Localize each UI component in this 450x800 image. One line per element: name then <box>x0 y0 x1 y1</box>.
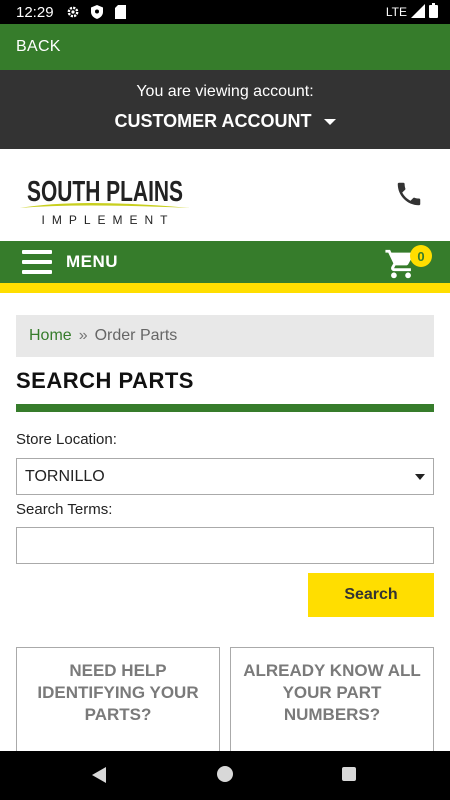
account-selector[interactable]: You are viewing account: CUSTOMER ACCOUN… <box>0 70 450 149</box>
account-viewing-text: You are viewing account: <box>136 83 314 100</box>
status-time: 12:29 <box>16 3 54 21</box>
search-terms-label: Search Terms: <box>16 501 113 518</box>
hamburger-menu-icon[interactable] <box>22 250 52 274</box>
phone-icon[interactable] <box>394 179 424 209</box>
cart-button[interactable]: 0 <box>384 245 432 281</box>
caret-down-icon <box>323 118 336 125</box>
breadcrumb-current: Order Parts <box>94 327 178 344</box>
menu-bar: MENU 0 <box>0 241 450 283</box>
back-label: BACK <box>16 38 61 55</box>
status-bar: 12:29 LTE <box>0 0 450 24</box>
network-type: LTE <box>385 5 407 19</box>
battery-icon <box>429 3 438 21</box>
accent-stripe <box>0 283 450 293</box>
sd-card-icon <box>112 5 130 19</box>
store-location-label: Store Location: <box>16 431 117 448</box>
breadcrumb: Home » Order Parts <box>16 315 434 357</box>
back-button[interactable]: BACK <box>0 24 450 70</box>
breadcrumb-home-link[interactable]: Home <box>29 327 72 345</box>
help-card-part-numbers-text: ALREADY KNOW ALL YOUR PART NUMBERS? <box>243 661 421 724</box>
gear-icon <box>64 5 82 19</box>
cart-count-badge: 0 <box>410 245 432 267</box>
breadcrumb-separator: » <box>78 327 88 344</box>
brand-header: SOUTH PLAINS IMPLEMENT <box>0 149 450 241</box>
help-card-identify[interactable]: NEED HELP IDENTIFYING YOUR PARTS? <box>16 647 220 757</box>
search-terms-input[interactable] <box>16 527 434 564</box>
menu-button[interactable]: MENU <box>66 252 118 272</box>
chevron-down-icon <box>415 474 425 480</box>
help-card-part-numbers[interactable]: ALREADY KNOW ALL YOUR PART NUMBERS? <box>230 647 434 757</box>
shield-icon <box>88 5 106 19</box>
logo-text-sub: IMPLEMENT <box>41 213 174 227</box>
system-nav-bar <box>0 751 450 800</box>
account-dropdown[interactable]: CUSTOMER ACCOUNT <box>0 111 450 132</box>
nav-recents-icon[interactable] <box>342 767 356 781</box>
nav-back-icon[interactable] <box>92 767 106 783</box>
title-divider <box>16 404 434 412</box>
company-logo[interactable]: SOUTH PLAINS IMPLEMENT <box>18 171 193 227</box>
nav-home-icon[interactable] <box>217 766 233 782</box>
store-location-value: TORNILLO <box>25 467 105 485</box>
signal-icon <box>411 3 425 21</box>
help-card-identify-text: NEED HELP IDENTIFYING YOUR PARTS? <box>37 661 199 724</box>
account-name: CUSTOMER ACCOUNT <box>114 111 312 131</box>
page-title: SEARCH PARTS <box>16 368 194 393</box>
store-location-select[interactable]: TORNILLO <box>16 458 434 495</box>
search-button[interactable]: Search <box>308 573 434 617</box>
